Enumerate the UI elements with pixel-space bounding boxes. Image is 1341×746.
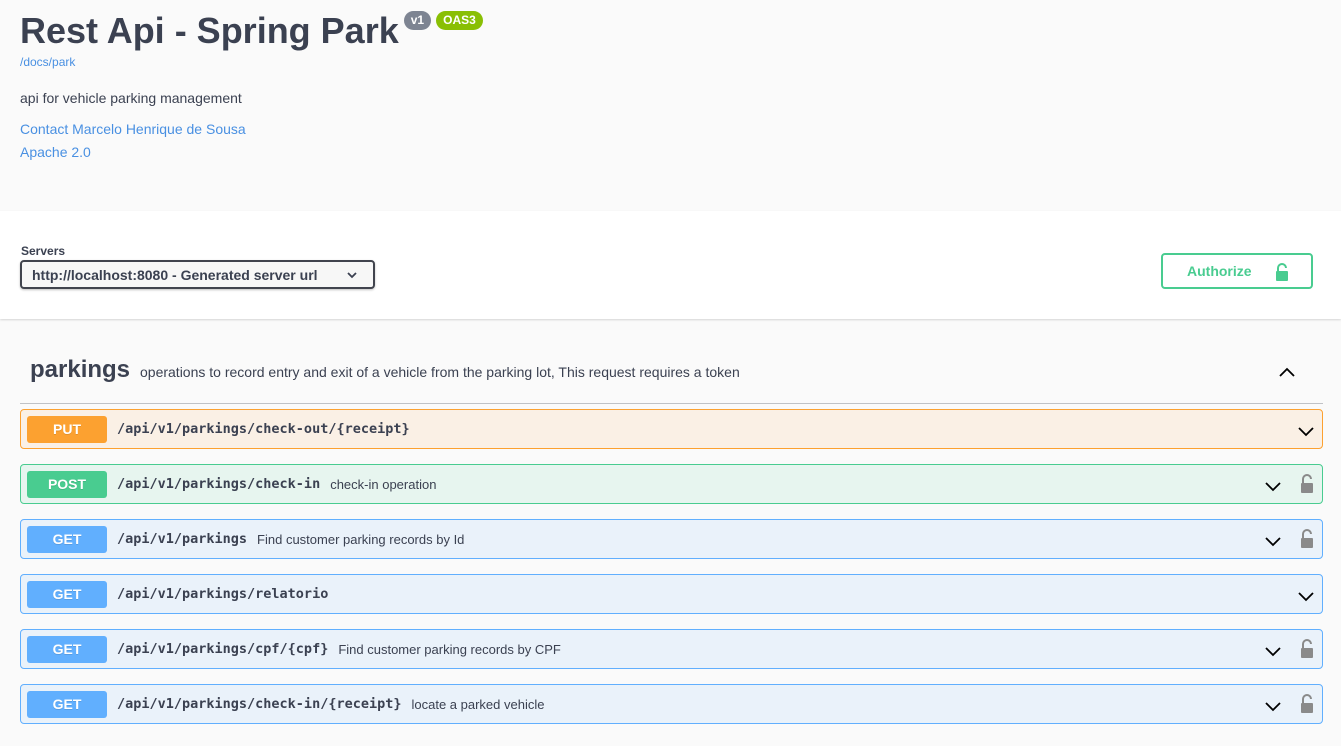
operation-row[interactable]: POST/api/v1/parkings/check-in check-in op… [20,464,1323,504]
operation-row[interactable]: GET/api/v1/parkings Find customer parking… [20,519,1323,559]
unlocked-icon[interactable] [1300,639,1314,658]
tag-header-parkings[interactable]: parkings operations to record entry and … [20,340,1323,404]
tag-name: parkings [30,356,131,383]
operation-row[interactable]: PUT/api/v1/parkings/check-out/{receipt} [20,409,1323,449]
unlocked-icon [1276,263,1288,281]
chevron-down-icon[interactable] [1296,421,1316,441]
operation-summary: Find customer parking records by CPF [338,641,561,657]
method-badge-post: POST [27,470,107,498]
operation-summary: check-in operation [330,476,437,492]
license-link[interactable]: Apache 2.0 [20,144,91,160]
scheme-container: Servers http://localhost:8080 - Generate… [0,211,1341,319]
servers-select[interactable]: http://localhost:8080 - Generated server… [20,260,375,289]
operation-row[interactable]: GET/api/v1/parkings/cpf/{cpf} Find custom… [20,629,1323,669]
method-badge-get: GET [27,635,107,663]
unlocked-icon[interactable] [1300,529,1314,548]
oas-badge: OAS3 [436,11,483,30]
chevron-down-icon[interactable] [1263,696,1283,716]
api-info-section: Rest Api - Spring Park v1 OAS3 /docs/par… [0,0,1341,211]
contact-link[interactable]: Contact Marcelo Henrique de Sousa [20,121,246,137]
chevron-down-icon[interactable] [1296,586,1316,606]
api-title: Rest Api - Spring Park [20,10,399,51]
api-description: api for vehicle parking management [20,90,242,106]
docs-link[interactable]: /docs/park [20,55,75,69]
tag-description: operations to record entry and exit of a… [140,364,740,380]
operation-row[interactable]: GET/api/v1/parkings/check-in/{receipt} lo… [20,684,1323,724]
chevron-up-icon[interactable] [1277,362,1297,382]
operation-path: /api/v1/parkings [117,531,248,547]
servers-label: Servers [21,244,66,258]
title-row: Rest Api - Spring Park v1 OAS3 [20,10,483,52]
version-badge: v1 [403,11,432,30]
chevron-down-icon[interactable] [1263,641,1283,661]
operation-row[interactable]: GET/api/v1/parkings/relatorio [20,574,1323,614]
method-badge-get: GET [27,690,107,718]
operation-path: /api/v1/parkings/check-in [117,476,321,492]
operation-summary: Find customer parking records by Id [257,531,465,547]
chevron-down-icon [347,272,357,279]
chevron-down-icon[interactable] [1263,476,1283,496]
operation-path: /api/v1/parkings/cpf/{cpf} [117,641,329,657]
authorize-label: Authorize [1187,263,1252,279]
method-badge-get: GET [27,525,107,553]
chevron-down-icon[interactable] [1263,531,1283,551]
servers-selected-value: http://localhost:8080 - Generated server… [32,266,318,283]
unlocked-icon[interactable] [1300,474,1314,493]
authorize-button[interactable]: Authorize [1161,253,1313,289]
method-badge-get: GET [27,580,107,608]
method-badge-put: PUT [27,415,107,443]
operation-path: /api/v1/parkings/relatorio [117,586,329,602]
operation-path: /api/v1/parkings/check-in/{receipt} [117,696,402,712]
unlocked-icon[interactable] [1300,694,1314,713]
operation-path: /api/v1/parkings/check-out/{receipt} [117,421,410,437]
operation-summary: locate a parked vehicle [411,696,545,712]
